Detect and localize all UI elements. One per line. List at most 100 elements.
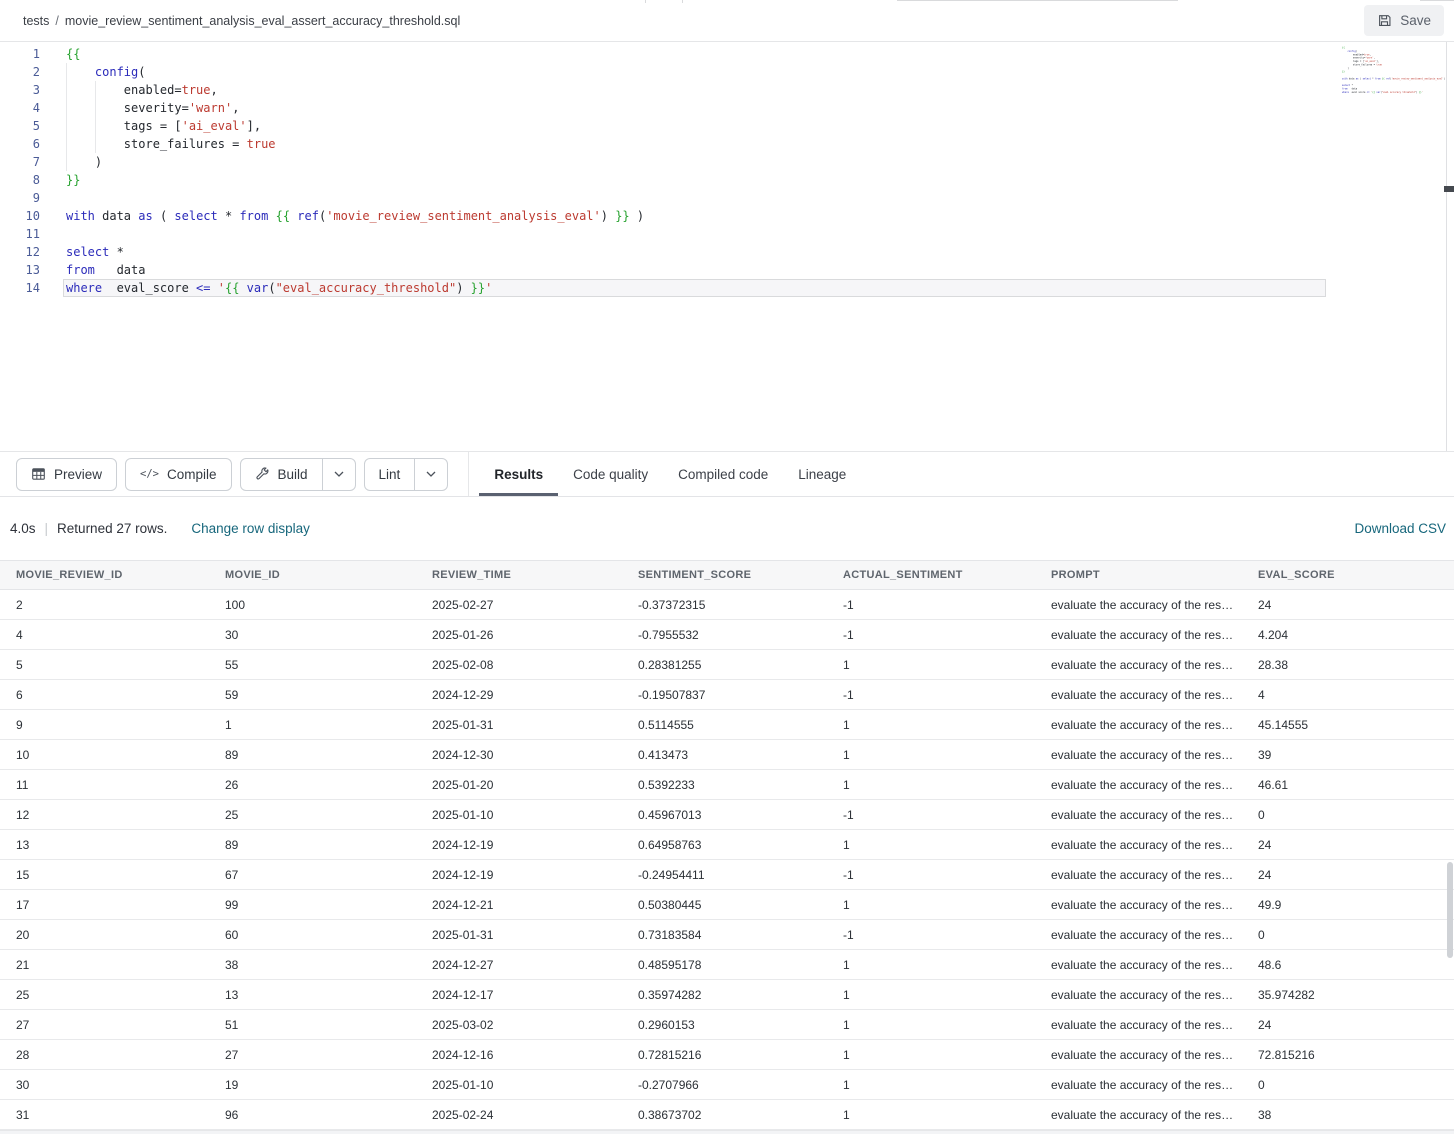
cell-review_time: 2025-02-27 xyxy=(416,598,622,612)
column-header-movie_review_id: MOVIE_REVIEW_ID xyxy=(0,569,209,581)
editor-scrollbar-track xyxy=(1446,42,1447,451)
lint-button-main[interactable]: Lint xyxy=(365,459,415,490)
cell-sentiment_score: -0.24954411 xyxy=(622,868,827,882)
cell-eval_score: 0 xyxy=(1242,1078,1454,1092)
cell-movie_id: 13 xyxy=(209,988,416,1002)
results-table-header: MOVIE_REVIEW_IDMOVIE_IDREVIEW_TIMESENTIM… xyxy=(0,560,1454,590)
breadcrumb-segment: movie_review_sentiment_analysis_eval_ass… xyxy=(65,14,460,28)
breadcrumb-separator: / xyxy=(55,14,58,28)
code-line: 9 xyxy=(0,189,1454,207)
table-row: 17992024-12-210.503804451evaluate the ac… xyxy=(0,890,1454,920)
tab-results[interactable]: Results xyxy=(479,452,558,496)
cell-actual_sentiment: 1 xyxy=(827,658,1035,672)
chevron-down-icon xyxy=(426,471,436,477)
line-number: 11 xyxy=(0,225,40,243)
cell-sentiment_score: 0.64958763 xyxy=(622,838,827,852)
query-status-bar: 4.0s | Returned 27 rows. Change row disp… xyxy=(0,497,1454,560)
prompt-preview-text: evaluate the accuracy of the res… xyxy=(1051,1018,1233,1032)
cell-movie_review_id: 10 xyxy=(0,748,209,762)
cell-review_time: 2024-12-17 xyxy=(416,988,622,1002)
code-line-content: select * xyxy=(63,243,1326,261)
code-line-content: from data xyxy=(63,261,1326,279)
build-dropdown-toggle[interactable] xyxy=(322,459,355,490)
cell-movie_review_id: 30 xyxy=(0,1078,209,1092)
change-row-display-link[interactable]: Change row display xyxy=(191,521,310,536)
wrench-icon xyxy=(255,467,270,482)
cell-actual_sentiment: -1 xyxy=(827,868,1035,882)
cell-sentiment_score: 0.35974282 xyxy=(622,988,827,1002)
code-line-content: severity='warn', xyxy=(63,99,1326,117)
cell-sentiment_score: -0.37372315 xyxy=(622,598,827,612)
results-pane-tabs: ResultsCode qualityCompiled codeLineage xyxy=(479,452,861,496)
cell-review_time: 2024-12-21 xyxy=(416,898,622,912)
cell-prompt: evaluate the accuracy of the res… xyxy=(1035,838,1242,852)
build-button[interactable]: Build xyxy=(240,458,356,491)
code-line-content: {{ xyxy=(63,45,1326,63)
cell-actual_sentiment: 1 xyxy=(827,718,1035,732)
cell-actual_sentiment: -1 xyxy=(827,688,1035,702)
breadcrumb: tests/movie_review_sentiment_analysis_ev… xyxy=(23,14,460,28)
download-csv-link[interactable]: Download CSV xyxy=(1354,521,1446,536)
table-row: 21002025-02-27-0.37372315-1evaluate the … xyxy=(0,590,1454,620)
tab-compiled-code[interactable]: Compiled code xyxy=(663,452,783,496)
code-lines: 1{{2 config(3 enabled=true,4 severity='w… xyxy=(0,45,1454,297)
code-line: 6 store_failures = true xyxy=(0,135,1454,153)
cell-movie_review_id: 2 xyxy=(0,598,209,612)
cell-prompt: evaluate the accuracy of the res… xyxy=(1035,778,1242,792)
code-line: 4 severity='warn', xyxy=(0,99,1454,117)
cell-eval_score: 4 xyxy=(1242,688,1454,702)
editor-minimap[interactable]: {{ config( enabled=true, severity='warn'… xyxy=(1342,46,1446,166)
cell-eval_score: 39 xyxy=(1242,748,1454,762)
bottom-strip xyxy=(0,1130,1454,1134)
prompt-preview-text: evaluate the accuracy of the res… xyxy=(1051,808,1233,822)
editor-scrollbar-thumb[interactable] xyxy=(1444,186,1454,192)
tab-code-quality[interactable]: Code quality xyxy=(558,452,663,496)
lint-button-label: Lint xyxy=(379,467,401,482)
column-header-eval_score: EVAL_SCORE xyxy=(1242,569,1454,581)
save-icon xyxy=(1377,13,1392,28)
line-number: 8 xyxy=(0,171,40,189)
lint-button[interactable]: Lint xyxy=(364,458,449,491)
column-header-movie_id: MOVIE_ID xyxy=(209,569,416,581)
cell-sentiment_score: -0.19507837 xyxy=(622,688,827,702)
save-button[interactable]: Save xyxy=(1364,5,1444,36)
build-button-main[interactable]: Build xyxy=(241,459,322,490)
cell-actual_sentiment: 1 xyxy=(827,898,1035,912)
code-line: 5 tags = ['ai_eval'], xyxy=(0,117,1454,135)
cell-movie_id: 60 xyxy=(209,928,416,942)
cell-prompt: evaluate the accuracy of the res… xyxy=(1035,898,1242,912)
cell-movie_id: 55 xyxy=(209,658,416,672)
sql-code-editor[interactable]: 1{{2 config(3 enabled=true,4 severity='w… xyxy=(0,42,1454,452)
column-header-actual_sentiment: ACTUAL_SENTIMENT xyxy=(827,569,1035,581)
save-button-label: Save xyxy=(1400,13,1431,28)
compile-button[interactable]: </> Compile xyxy=(125,458,232,491)
cell-sentiment_score: 0.28381255 xyxy=(622,658,827,672)
cell-sentiment_score: 0.72815216 xyxy=(622,1048,827,1062)
results-scrollbar-thumb[interactable] xyxy=(1447,862,1453,958)
cell-actual_sentiment: 1 xyxy=(827,1048,1035,1062)
lint-dropdown-toggle[interactable] xyxy=(414,459,447,490)
cell-actual_sentiment: -1 xyxy=(827,628,1035,642)
code-line: 11 xyxy=(0,225,1454,243)
prompt-preview-text: evaluate the accuracy of the res… xyxy=(1051,1108,1233,1122)
code-line: 14where eval_score <= '{{ var("eval_accu… xyxy=(0,279,1454,297)
cell-actual_sentiment: 1 xyxy=(827,1108,1035,1122)
preview-button[interactable]: Preview xyxy=(16,458,117,491)
cell-movie_review_id: 21 xyxy=(0,958,209,972)
cell-movie_review_id: 27 xyxy=(0,1018,209,1032)
prompt-preview-text: evaluate the accuracy of the res… xyxy=(1051,838,1233,852)
cell-actual_sentiment: 1 xyxy=(827,958,1035,972)
cell-prompt: evaluate the accuracy of the res… xyxy=(1035,1078,1242,1092)
table-row: 10892024-12-300.4134731evaluate the accu… xyxy=(0,740,1454,770)
cell-eval_score: 72.815216 xyxy=(1242,1048,1454,1062)
cell-movie_id: 51 xyxy=(209,1018,416,1032)
column-header-review_time: REVIEW_TIME xyxy=(416,569,622,581)
cell-movie_id: 38 xyxy=(209,958,416,972)
table-row: 27512025-03-020.29601531evaluate the acc… xyxy=(0,1010,1454,1040)
editor-toolbar: Preview </> Compile Build xyxy=(0,452,1454,497)
cell-eval_score: 35.974282 xyxy=(1242,988,1454,1002)
line-number: 5 xyxy=(0,117,40,135)
cell-prompt: evaluate the accuracy of the res… xyxy=(1035,1018,1242,1032)
build-button-label: Build xyxy=(278,467,308,482)
tab-lineage[interactable]: Lineage xyxy=(783,452,861,496)
